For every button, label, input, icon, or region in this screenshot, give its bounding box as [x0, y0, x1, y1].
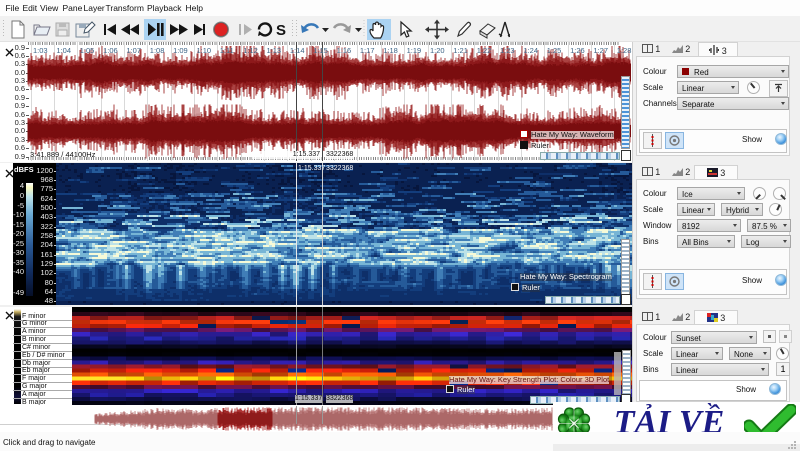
svg-text:S: S	[276, 22, 286, 39]
